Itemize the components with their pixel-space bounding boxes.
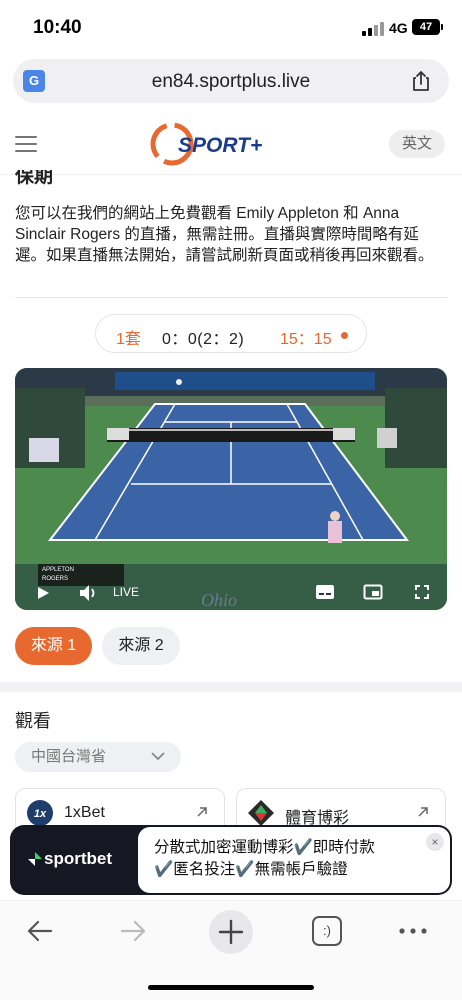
tabs-button[interactable]: :) bbox=[312, 916, 342, 946]
set-label: 1套 bbox=[116, 331, 141, 348]
back-arrow-icon[interactable] bbox=[24, 916, 54, 946]
url-bar[interactable]: G en84.sportplus.live bbox=[13, 59, 449, 103]
ad-message-bubble[interactable]: 分散式加密運動博彩✔️即時付款 ✔️匿名投注✔️無需帳戶驗證 × bbox=[138, 827, 450, 893]
article-heading: 保期 bbox=[15, 170, 54, 187]
video-player[interactable]: Ohio APPLETON ROGERS LIVE bbox=[15, 368, 447, 610]
chevron-down-icon bbox=[151, 752, 165, 761]
volume-icon[interactable] bbox=[79, 584, 99, 602]
status-bar: 10:40 4G 47 bbox=[0, 0, 462, 52]
language-button[interactable]: 英文 bbox=[389, 130, 445, 158]
share-icon[interactable] bbox=[409, 69, 433, 93]
ad-brand: sportbet bbox=[44, 849, 112, 868]
region-label: 中國台灣省 bbox=[31, 748, 107, 765]
score-pill: 1套 0：0(2：2) 15：15 bbox=[95, 314, 367, 353]
divider bbox=[15, 297, 447, 298]
score-value: 0：0(2：2) bbox=[162, 331, 245, 348]
ad-banner[interactable]: sportbet 分散式加密運動博彩✔️即時付款 ✔️匿名投注✔️無需帳戶驗證 … bbox=[10, 825, 452, 895]
ad-close-button[interactable]: × bbox=[426, 833, 444, 851]
hamburger-menu-icon[interactable] bbox=[15, 136, 37, 152]
signal-icon bbox=[362, 22, 384, 36]
sports-betting-logo-icon bbox=[248, 800, 274, 826]
logo-text: SPORT+ bbox=[178, 134, 262, 157]
play-icon[interactable] bbox=[36, 586, 50, 600]
bookmaker-name: 1xBet bbox=[64, 804, 105, 821]
sportbet-logo-icon bbox=[28, 852, 42, 866]
external-arrow-icon bbox=[418, 807, 428, 817]
scorebug: APPLETON ROGERS bbox=[38, 564, 124, 586]
live-dot bbox=[341, 332, 348, 339]
source-1-button[interactable]: 來源 1 bbox=[15, 627, 92, 665]
captions-icon[interactable] bbox=[315, 584, 335, 600]
region-select[interactable]: 中國台灣省 bbox=[15, 742, 181, 772]
article-intro: 您可以在我們的網站上免費觀看 Emily Appleton 和 Anna Sin… bbox=[15, 205, 434, 264]
home-indicator bbox=[148, 985, 314, 990]
section-gap bbox=[0, 682, 462, 692]
battery-icon: 47 bbox=[412, 19, 440, 35]
ad-text: 分散式加密運動博彩✔️即時付款 ✔️匿名投注✔️無需帳戶驗證 bbox=[154, 839, 375, 878]
network-label: 4G bbox=[389, 20, 408, 36]
more-options-icon[interactable] bbox=[398, 927, 428, 935]
watch-section-title: 觀看 bbox=[15, 711, 51, 731]
points-value: 15：15 bbox=[280, 331, 332, 348]
forward-arrow-icon[interactable] bbox=[119, 916, 149, 946]
url-text[interactable]: en84.sportplus.live bbox=[13, 71, 449, 93]
sport-plus-logo[interactable]: SPORT+ bbox=[150, 122, 315, 167]
external-arrow-icon bbox=[197, 807, 207, 817]
1xbet-logo-icon: 1x bbox=[27, 800, 53, 826]
new-tab-plus-icon[interactable] bbox=[208, 909, 254, 955]
battery-tip bbox=[441, 24, 443, 30]
picture-in-picture-icon[interactable] bbox=[363, 584, 383, 600]
site-header: SPORT+ 英文 bbox=[0, 113, 462, 175]
status-time: 10:40 bbox=[33, 17, 82, 38]
svg-text:Ohio: Ohio bbox=[201, 590, 237, 610]
svg-text:1x: 1x bbox=[34, 808, 47, 820]
live-label: LIVE bbox=[113, 585, 140, 599]
fullscreen-icon[interactable] bbox=[415, 585, 429, 599]
source-2-button[interactable]: 來源 2 bbox=[102, 627, 180, 665]
